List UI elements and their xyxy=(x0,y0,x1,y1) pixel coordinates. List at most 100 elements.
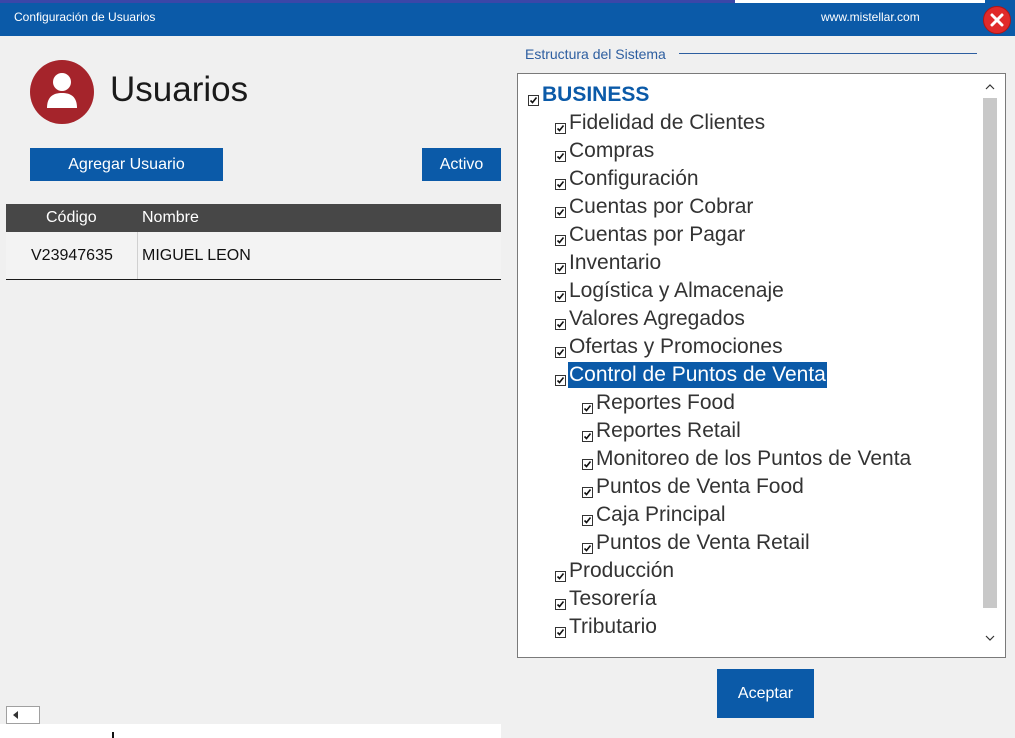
tree-item[interactable]: Tesorería xyxy=(555,586,658,612)
checkbox[interactable] xyxy=(555,150,566,162)
check-icon xyxy=(556,320,565,328)
check-icon xyxy=(556,292,565,300)
table-header: Código Nombre xyxy=(6,204,501,232)
tree-item-label: Valores Agregados xyxy=(569,307,745,330)
tree-item[interactable]: Ofertas y Promociones xyxy=(555,334,784,360)
user-avatar xyxy=(30,60,94,124)
tree-item[interactable]: Inventario xyxy=(555,250,662,276)
tree-item[interactable]: Puntos de Venta Retail xyxy=(582,530,811,556)
check-icon xyxy=(583,488,592,496)
check-icon xyxy=(556,208,565,216)
tree-item-label: Ofertas y Promociones xyxy=(569,335,783,358)
scroll-left-button[interactable] xyxy=(6,706,40,724)
title-bar: Configuración de Usuarios www.mistellar.… xyxy=(0,0,1015,36)
divider xyxy=(112,732,114,738)
chevron-up-icon[interactable] xyxy=(983,80,997,94)
tree-item[interactable]: Puntos de Venta Food xyxy=(582,474,805,500)
check-icon xyxy=(556,628,565,636)
checkbox[interactable] xyxy=(555,598,566,610)
checkbox[interactable] xyxy=(555,346,566,358)
cell-name: MIGUEL LEON xyxy=(142,247,251,264)
tree-item[interactable]: Monitoreo de los Puntos de Venta xyxy=(582,446,912,472)
users-panel: Usuarios Agregar Usuario Activo Código N… xyxy=(0,36,501,738)
checkbox[interactable] xyxy=(528,94,539,106)
table-row[interactable]: V23947635 MIGUEL LEON xyxy=(6,232,501,280)
tree-item-label: Tributario xyxy=(569,615,657,638)
tree-item-label: Caja Principal xyxy=(596,503,726,526)
tree-item[interactable]: Fidelidad de Clientes xyxy=(555,110,766,136)
tree-item[interactable]: Logística y Almacenaje xyxy=(555,278,785,304)
tree-item-label: Reportes Retail xyxy=(596,419,741,442)
check-icon xyxy=(556,264,565,272)
checkbox[interactable] xyxy=(555,122,566,134)
check-icon xyxy=(556,376,565,384)
structure-panel: Estructura del Sistema BUSINESS Fidelidad… xyxy=(501,36,1015,738)
tree-root-business[interactable]: BUSINESS xyxy=(528,82,650,108)
checkbox[interactable] xyxy=(555,570,566,582)
tree-item[interactable]: Cuentas por Pagar xyxy=(555,222,746,248)
checkbox[interactable] xyxy=(555,318,566,330)
checkbox[interactable] xyxy=(582,486,593,498)
tree-item[interactable]: Control de Puntos de Venta xyxy=(555,362,827,388)
page-title: Usuarios xyxy=(110,70,249,109)
column-header-name[interactable]: Nombre xyxy=(142,209,199,227)
accept-button[interactable]: Aceptar xyxy=(717,669,814,718)
tree-item-label: Inventario xyxy=(569,251,662,274)
active-filter-button[interactable]: Activo xyxy=(422,148,501,181)
tree-item-label: Fidelidad de Clientes xyxy=(569,111,766,134)
tree-item-label: Cuentas por Pagar xyxy=(569,223,746,246)
tree-item[interactable]: Compras xyxy=(555,138,655,164)
checkbox[interactable] xyxy=(555,262,566,274)
column-header-code[interactable]: Código xyxy=(46,209,97,227)
checkbox[interactable] xyxy=(582,514,593,526)
site-url: www.mistellar.com xyxy=(821,10,920,24)
checkbox[interactable] xyxy=(582,542,593,554)
tree-item[interactable]: Valores Agregados xyxy=(555,306,746,332)
tree-item[interactable]: Caja Principal xyxy=(582,502,727,528)
tree-item-label: BUSINESS xyxy=(542,83,650,106)
system-structure-tree[interactable]: BUSINESS Fidelidad de Clientes Compras Conf… xyxy=(517,73,1006,658)
scrollbar-thumb[interactable] xyxy=(983,98,997,608)
checkbox[interactable] xyxy=(555,206,566,218)
tree-item-label: Cuentas por Cobrar xyxy=(569,195,754,218)
checkbox[interactable] xyxy=(555,234,566,246)
tree-item[interactable]: Reportes Food xyxy=(582,390,736,416)
tree-item[interactable]: Producción xyxy=(555,558,675,584)
cell-code-text: V23947635 xyxy=(31,247,113,264)
users-table: Código Nombre V23947635 MIGUEL LEON xyxy=(6,204,501,724)
tree-item[interactable]: Tributario xyxy=(555,614,658,640)
check-icon xyxy=(583,460,592,468)
check-icon xyxy=(556,600,565,608)
tree-item[interactable]: Configuración xyxy=(555,166,700,192)
close-button[interactable] xyxy=(983,6,1011,34)
check-icon xyxy=(556,152,565,160)
tree-item-label: Monitoreo de los Puntos de Venta xyxy=(596,447,912,470)
add-user-button[interactable]: Agregar Usuario xyxy=(30,148,223,181)
tree-item-label: Control de Puntos de Venta xyxy=(568,362,827,388)
checkbox[interactable] xyxy=(582,430,593,442)
checkbox[interactable] xyxy=(582,458,593,470)
checkbox[interactable] xyxy=(555,178,566,190)
title-bar-accent-light xyxy=(735,0,985,3)
status-strip xyxy=(0,724,501,738)
close-icon xyxy=(990,13,1004,27)
vertical-scrollbar[interactable] xyxy=(980,78,1000,652)
tree-item[interactable]: Cuentas por Cobrar xyxy=(555,194,754,220)
tree-item-label: Puntos de Venta Food xyxy=(596,475,804,498)
tree-item-label: Producción xyxy=(569,559,675,582)
section-divider xyxy=(679,53,977,54)
checkbox[interactable] xyxy=(555,374,566,386)
checkbox[interactable] xyxy=(555,290,566,302)
cell-code: V23947635 xyxy=(6,232,138,279)
tree-item[interactable]: Reportes Retail xyxy=(582,418,742,444)
check-icon xyxy=(583,544,592,552)
horizontal-scrollbar[interactable] xyxy=(6,706,501,724)
tree-item-label: Configuración xyxy=(569,167,699,190)
checkbox[interactable] xyxy=(582,402,593,414)
checkbox[interactable] xyxy=(555,626,566,638)
chevron-down-icon[interactable] xyxy=(983,631,997,645)
arrow-left-icon xyxy=(13,711,18,719)
check-icon xyxy=(556,348,565,356)
tree-item-label: Puntos de Venta Retail xyxy=(596,531,810,554)
check-icon xyxy=(556,572,565,580)
